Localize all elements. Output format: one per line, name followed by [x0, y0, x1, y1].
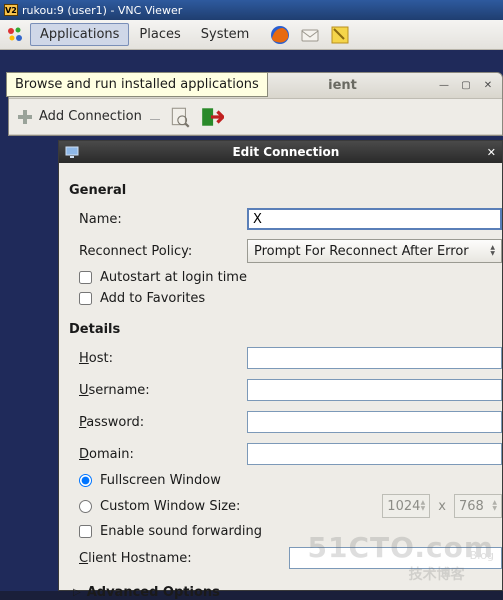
- name-input[interactable]: [247, 208, 502, 230]
- dialog-title: Edit Connection: [85, 145, 487, 159]
- menu-places[interactable]: Places: [129, 23, 190, 46]
- host-input[interactable]: [247, 347, 502, 369]
- monitor-icon: [65, 145, 79, 159]
- vnc-title: rukou:9 (user1) - VNC Viewer: [22, 4, 182, 17]
- desktop: Applications Places System Browse and ru…: [0, 20, 503, 591]
- size-x-label: x: [438, 499, 446, 514]
- reconnect-policy-label: Reconnect Policy:: [69, 244, 247, 259]
- autostart-checkbox[interactable]: [79, 271, 92, 284]
- username-input[interactable]: [247, 379, 502, 401]
- name-label: Name:: [69, 212, 247, 227]
- custom-size-label: Custom Window Size:: [100, 499, 240, 514]
- fullscreen-radio[interactable]: [79, 474, 92, 487]
- favorites-label: Add to Favorites: [100, 291, 205, 306]
- password-label: Password:: [69, 415, 247, 430]
- search-document-icon[interactable]: [168, 105, 192, 129]
- plus-icon: [17, 109, 33, 125]
- vnc-icon: V2: [4, 4, 18, 16]
- edit-connection-dialog: Edit Connection ✕ General Name: Reconnec…: [58, 140, 503, 591]
- section-details: Details: [69, 322, 502, 337]
- username-label: Username:: [69, 383, 247, 398]
- domain-input[interactable]: [247, 443, 502, 465]
- width-stepper[interactable]: 1024▲▼: [382, 494, 430, 518]
- password-input[interactable]: [247, 411, 502, 433]
- notes-icon[interactable]: [329, 24, 351, 46]
- fullscreen-label: Fullscreen Window: [100, 473, 221, 488]
- dialog-close-icon[interactable]: ✕: [487, 146, 496, 159]
- section-general: General: [69, 183, 502, 198]
- minimize-button[interactable]: —: [436, 79, 452, 93]
- gnome-foot-icon: [6, 26, 24, 44]
- applications-tooltip: Browse and run installed applications: [6, 72, 268, 97]
- menu-system[interactable]: System: [191, 23, 259, 46]
- height-stepper[interactable]: 768▲▼: [454, 494, 502, 518]
- sound-label: Enable sound forwarding: [100, 524, 262, 539]
- custom-size-radio[interactable]: [79, 500, 92, 513]
- toolbar-divider: [150, 114, 160, 120]
- dialog-body: General Name: Reconnect Policy: Prompt F…: [59, 163, 502, 600]
- host-label: Host:: [69, 351, 247, 366]
- add-connection-button[interactable]: Add Connection: [17, 109, 142, 125]
- menu-applications[interactable]: Applications: [30, 23, 129, 46]
- exit-icon[interactable]: [200, 105, 224, 129]
- sound-checkbox[interactable]: [79, 525, 92, 538]
- favorites-checkbox[interactable]: [79, 292, 92, 305]
- reconnect-policy-combobox[interactable]: Prompt For Reconnect After Error ▲▼: [247, 239, 502, 263]
- triangle-right-icon: ▷: [73, 587, 81, 598]
- autostart-label: Autostart at login time: [100, 270, 247, 285]
- client-hostname-input[interactable]: [289, 547, 502, 569]
- maximize-button[interactable]: ▢: [458, 79, 474, 93]
- client-toolbar: Add Connection: [9, 99, 502, 135]
- client-window-title: ient: [255, 78, 430, 93]
- add-connection-label: Add Connection: [39, 109, 142, 124]
- domain-label: Domain:: [69, 447, 247, 462]
- close-button[interactable]: ✕: [480, 79, 496, 93]
- combo-spinner-icon: ▲▼: [490, 245, 495, 257]
- client-hostname-label: Client Hostname:: [69, 551, 289, 566]
- reconnect-policy-value: Prompt For Reconnect After Error: [254, 244, 469, 259]
- gnome-menubar: Applications Places System: [0, 20, 503, 50]
- dialog-titlebar[interactable]: Edit Connection ✕: [59, 141, 502, 163]
- mail-icon[interactable]: [299, 24, 321, 46]
- advanced-options-label: Advanced Options: [87, 585, 220, 600]
- firefox-icon[interactable]: [269, 24, 291, 46]
- advanced-options-expander[interactable]: ▷ Advanced Options: [69, 585, 502, 600]
- vnc-titlebar: V2 rukou:9 (user1) - VNC Viewer: [0, 0, 503, 20]
